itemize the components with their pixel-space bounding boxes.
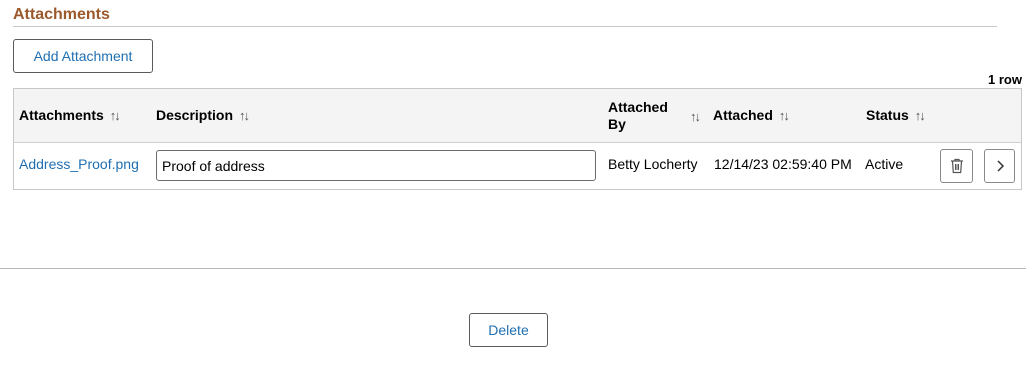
attached-by-value: Betty Locherty (608, 156, 698, 172)
sort-arrows-icon[interactable]: ↑↓ (779, 108, 790, 123)
section-title: Attachments (13, 6, 110, 23)
description-input[interactable] (156, 150, 596, 181)
column-header-attachments[interactable]: Attachments ↑↓ (19, 107, 121, 123)
sort-arrows-icon[interactable]: ↑↓ (690, 109, 701, 124)
page-divider (0, 268, 1026, 269)
column-header-label-wrap: Attached By (608, 99, 676, 133)
status-value: Active (865, 156, 904, 172)
column-header-label: Description (156, 107, 234, 123)
delete-row-button[interactable] (940, 149, 973, 183)
row-count: 1 row (988, 72, 1022, 87)
column-header-status[interactable]: Status ↑↓ (866, 107, 926, 123)
column-header-attached[interactable]: Attached ↑↓ (713, 107, 790, 123)
row-detail-button[interactable] (984, 149, 1015, 183)
grid-header: Attachments ↑↓ Description ↑↓ Attached B… (14, 89, 1021, 143)
column-header-label: Attached (713, 107, 773, 123)
attached-datetime-value: 12/14/23 02:59:40 PM (714, 156, 852, 172)
sort-arrows-icon[interactable]: ↑↓ (110, 108, 121, 123)
column-header-description[interactable]: Description ↑↓ (156, 107, 250, 123)
attachment-link[interactable]: Address_Proof.png (19, 156, 139, 172)
column-header-label-line: Attached (608, 99, 668, 115)
sort-arrows-icon[interactable]: ↑↓ (239, 108, 250, 123)
column-header-label-line: By (608, 116, 626, 132)
section-divider (13, 26, 997, 27)
column-header-label: Attachments (19, 107, 104, 123)
attachments-grid: Attachments ↑↓ Description ↑↓ Attached B… (13, 88, 1022, 190)
column-header-attached-by[interactable]: Attached By ↑↓ (608, 99, 701, 133)
sort-arrows-icon[interactable]: ↑↓ (915, 108, 926, 123)
delete-button[interactable]: Delete (469, 313, 548, 347)
chevron-right-icon (996, 160, 1004, 172)
column-header-label: Status (866, 107, 909, 123)
add-attachment-button[interactable]: Add Attachment (13, 39, 153, 73)
trash-icon (950, 158, 963, 174)
